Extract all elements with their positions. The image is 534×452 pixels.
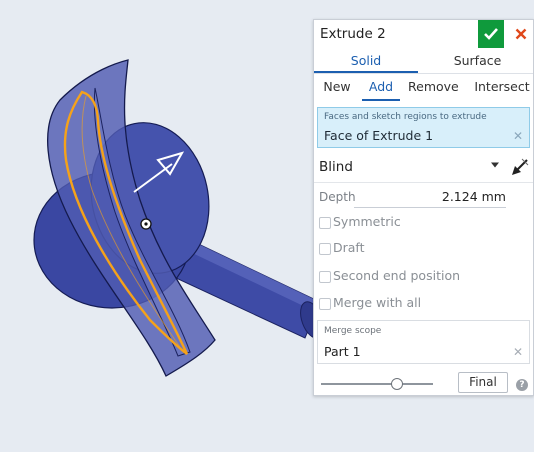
help-icon[interactable]: ? bbox=[516, 379, 528, 391]
slider-track[interactable] bbox=[321, 383, 433, 385]
faces-field-value: Face of Extrude 1 bbox=[324, 128, 434, 143]
dialog-title: Extrude 2 bbox=[320, 26, 386, 42]
merge-scope-value: Part 1 bbox=[324, 344, 361, 359]
depth-label: Depth bbox=[319, 190, 356, 204]
second-end-position-label: Second end position bbox=[333, 268, 461, 283]
tab-intersect[interactable]: Intersect bbox=[471, 75, 533, 101]
tab-new[interactable]: New bbox=[318, 75, 356, 101]
end-type-dropdown[interactable]: Blind bbox=[314, 154, 533, 183]
tab-remove[interactable]: Remove bbox=[408, 75, 459, 101]
dialog-header: Extrude 2 bbox=[314, 20, 533, 48]
extrude-type-tabs: Solid Surface bbox=[314, 49, 533, 74]
depth-field[interactable]: Depth 2.124 mm bbox=[314, 186, 533, 208]
checkbox-icon[interactable] bbox=[319, 298, 331, 310]
depth-value[interactable]: 2.124 mm bbox=[442, 189, 506, 204]
extrude-dialog: Extrude 2 Solid Surface New Add Remove I… bbox=[313, 19, 534, 396]
operation-tabs: New Add Remove Intersect bbox=[314, 75, 533, 101]
clear-scope-icon[interactable]: ✕ bbox=[513, 345, 523, 359]
checkmark-icon bbox=[484, 28, 498, 40]
cancel-button[interactable] bbox=[508, 20, 534, 48]
flip-direction-icon[interactable] bbox=[510, 157, 530, 177]
rollback-slider[interactable] bbox=[321, 377, 433, 391]
tab-solid[interactable]: Solid bbox=[314, 49, 418, 73]
faces-selection-field[interactable]: Faces and sketch regions to extrude Face… bbox=[317, 107, 530, 148]
draft-label: Draft bbox=[333, 240, 365, 255]
clear-selection-icon[interactable]: ✕ bbox=[513, 129, 523, 143]
chevron-down-icon bbox=[491, 162, 499, 168]
checkbox-icon[interactable] bbox=[319, 271, 331, 283]
faces-field-label: Faces and sketch regions to extrude bbox=[324, 112, 487, 122]
origin-point bbox=[140, 218, 152, 230]
merge-scope-label: Merge scope bbox=[324, 326, 382, 336]
accept-button[interactable] bbox=[478, 20, 504, 48]
tab-surface[interactable]: Surface bbox=[422, 49, 533, 73]
symmetric-label: Symmetric bbox=[333, 214, 401, 229]
checkbox-icon[interactable] bbox=[319, 217, 331, 229]
merge-with-all-label: Merge with all bbox=[333, 295, 422, 310]
merge-scope-field[interactable]: Merge scope Part 1 ✕ bbox=[317, 320, 530, 364]
slider-thumb[interactable] bbox=[391, 378, 403, 390]
end-type-value: Blind bbox=[319, 159, 353, 175]
tab-add[interactable]: Add bbox=[362, 75, 400, 101]
close-icon bbox=[515, 28, 527, 40]
checkbox-icon[interactable] bbox=[319, 243, 331, 255]
final-button[interactable]: Final bbox=[458, 372, 508, 393]
